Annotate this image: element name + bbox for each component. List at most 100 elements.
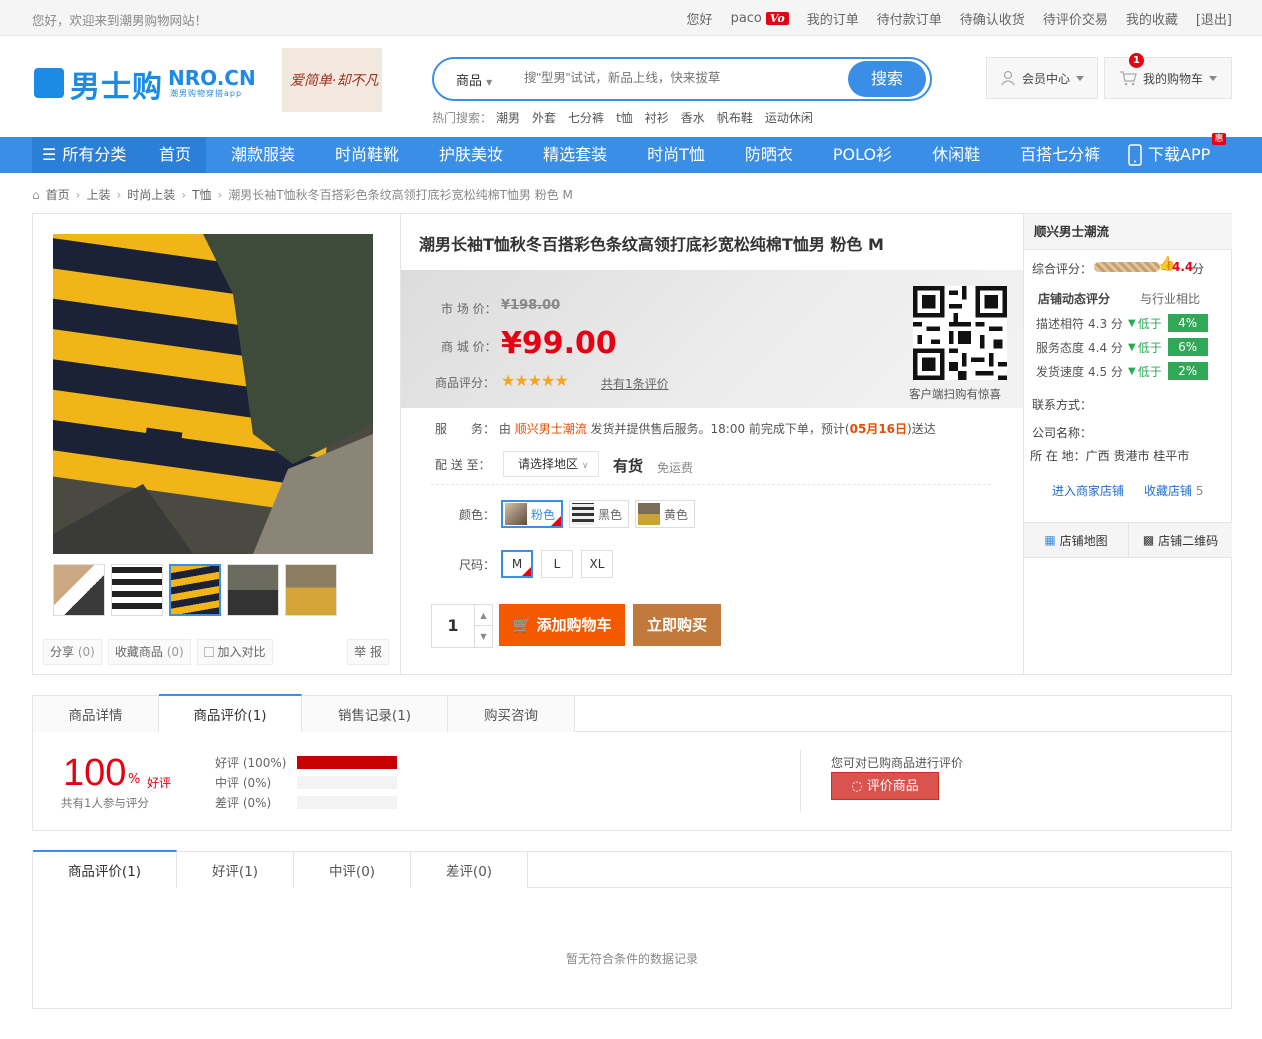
collect-shop-link[interactable]: 收藏店铺 5 [1144, 482, 1203, 499]
hot-search-item[interactable]: 帆布鞋 [717, 109, 753, 126]
unpaid-orders-link[interactable]: 待付款订单 [877, 9, 942, 28]
nav-item[interactable]: 护肤美妆 [424, 137, 518, 173]
all-categories-button[interactable]: ☰ 所有分类 [32, 137, 144, 173]
breadcrumb-item[interactable]: T恤 [192, 186, 211, 203]
breadcrumb-item[interactable]: 首页 [46, 186, 70, 203]
tab-sales-records[interactable]: 销售记录(1) [302, 696, 448, 732]
write-review-label: 评价商品 [866, 779, 919, 794]
shop-map-label: 店铺地图 [1059, 533, 1108, 548]
nav-item[interactable]: 休闲鞋 [917, 137, 995, 173]
product-main-image[interactable] [53, 234, 373, 554]
compare-checkbox[interactable]: 加入对比 [196, 639, 273, 665]
favorite-button[interactable]: 收藏商品 (0) [107, 639, 191, 665]
detail-panel: 商品详情 商品评价(1) 销售记录(1) 购买咨询 100 % 好评 共有1人参… [32, 694, 1232, 831]
size-option-xl[interactable]: XL [581, 550, 613, 578]
ship-to-label: 配 送 至： [435, 458, 491, 472]
participants-text: 共有1人参与评分 [61, 796, 149, 810]
username[interactable]: paco [731, 11, 762, 26]
tab-good-reviews[interactable]: 好评(1) [177, 852, 294, 888]
color-option-black[interactable]: 黑色 [569, 500, 630, 528]
thumbnail[interactable] [227, 564, 279, 616]
quantity-input[interactable]: 1 [432, 605, 474, 647]
logout-link[interactable]: [退出] [1196, 9, 1232, 28]
percent-sign: % [128, 772, 141, 787]
shop-panel: 顺兴男士潮流 综合评分： 👍 4.4 分 店铺动态评分 与行业相比 描述相符 4… [1023, 214, 1232, 674]
search-input[interactable] [524, 71, 844, 85]
nav-item[interactable]: 时尚T恤 [632, 137, 720, 173]
size-label: 尺码： [459, 558, 496, 572]
tab-neutral-reviews[interactable]: 中评(0) [294, 852, 411, 888]
compare-percent: 4% [1167, 314, 1208, 332]
rating-bar [297, 796, 397, 809]
shop-score-label: 综合评分： [1032, 262, 1093, 276]
nav-item[interactable]: 防晒衣 [730, 137, 808, 173]
pending-review-link[interactable]: 待评价交易 [1043, 9, 1108, 28]
site-logo[interactable]: 男士购 NRO.CN 潮男购物穿搭app [34, 62, 256, 105]
tab-all-reviews[interactable]: 商品评价(1) [33, 850, 177, 888]
rating-row: 中评 (0%) [215, 774, 397, 791]
color-option-yellow[interactable]: 黄色 [635, 500, 696, 528]
member-center-button[interactable]: 会员中心 [986, 57, 1098, 99]
cart-button[interactable]: 1 我的购物车 [1104, 53, 1232, 99]
nav-item-home[interactable]: 首页 [144, 137, 207, 173]
top-bar: 您好，欢迎来到潮男购物网站！ 您好 paco Vo 我的订单 待付款订单 待确认收… [0, 0, 1262, 36]
nav-item[interactable]: POLO衫 [818, 137, 907, 173]
username-link[interactable]: paco Vo [731, 11, 789, 26]
hot-search-item[interactable]: 衬衫 [645, 109, 669, 126]
cart-count-badge: 1 [1129, 53, 1144, 68]
shop-map-button[interactable]: ▦ 店铺地图 [1024, 523, 1128, 557]
thumbnail[interactable] [111, 564, 163, 616]
greeting-link[interactable]: 您好 [687, 9, 713, 28]
tab-product-reviews[interactable]: 商品评价(1) [159, 694, 302, 732]
thumbnail[interactable] [53, 564, 105, 616]
promo-banner[interactable]: 爱简单·却不凡 [282, 48, 382, 112]
hot-search-item[interactable]: 运动休闲 [765, 109, 813, 126]
tab-purchase-inquiry[interactable]: 购买咨询 [448, 696, 575, 732]
review-count-link[interactable]: 共有1条评价 [601, 375, 669, 392]
nav-item[interactable]: 潮款服装 [216, 137, 310, 173]
nav-item[interactable]: 时尚鞋靴 [320, 137, 414, 173]
breadcrumb-item[interactable]: 时尚上装 [127, 186, 175, 203]
thumbnail[interactable] [285, 564, 337, 616]
shop-qrcode-button[interactable]: ▩ 店铺二维码 [1128, 523, 1232, 557]
enter-shop-link[interactable]: 进入商家店铺 [1052, 482, 1124, 499]
quantity-decrease-button[interactable]: ▼ [474, 626, 492, 647]
service-shop-link[interactable]: 顺兴男士潮流 [515, 422, 587, 436]
quantity-stepper: 1 ▲ ▼ [431, 604, 493, 648]
buy-now-button[interactable]: 立即购买 [633, 604, 721, 646]
thumbnail-active[interactable] [169, 564, 221, 616]
confirm-receipt-link[interactable]: 待确认收货 [960, 9, 1025, 28]
hot-search-item[interactable]: 香水 [681, 109, 705, 126]
color-option-pink[interactable]: 粉色 [501, 500, 564, 528]
breadcrumb-item[interactable]: 上装 [86, 186, 110, 203]
hot-search-item[interactable]: 七分裤 [568, 109, 604, 126]
hot-search-item[interactable]: 潮男 [496, 109, 520, 126]
download-app-link[interactable]: 下载APP [1128, 137, 1210, 173]
favorite-count: (0) [166, 645, 184, 659]
shop-name[interactable]: 顺兴男士潮流 [1024, 214, 1232, 250]
search-button[interactable]: 搜索 [848, 61, 926, 97]
quantity-increase-button[interactable]: ▲ [474, 605, 492, 626]
write-review-button[interactable]: ◌ 评价商品 [831, 772, 939, 800]
size-options: M L XL [501, 550, 613, 578]
share-button[interactable]: 分享 (0) [43, 639, 102, 665]
member-center-label: 会员中心 [1021, 71, 1070, 86]
region-select[interactable]: 请选择地区 ∨ [503, 451, 599, 477]
my-favorites-link[interactable]: 我的收藏 [1126, 9, 1178, 28]
add-to-cart-button[interactable]: 🛒 添加购物车 [499, 604, 625, 646]
hot-search-item[interactable]: t恤 [616, 109, 633, 126]
search-category-select[interactable]: 商品 ▼ [456, 70, 492, 89]
size-option-m[interactable]: M [501, 550, 533, 578]
color-swatch [638, 503, 661, 525]
tab-bad-reviews[interactable]: 差评(0) [411, 852, 528, 888]
nav-item[interactable]: 精选套装 [528, 137, 622, 173]
hot-search-item[interactable]: 外套 [532, 109, 556, 126]
nav-item[interactable]: 百搭七分裤 [1005, 137, 1115, 173]
vip-badge: Vo [765, 12, 789, 25]
checkbox-icon [203, 647, 214, 657]
size-option-l[interactable]: L [541, 550, 573, 578]
report-button[interactable]: 举 报 [347, 639, 389, 665]
tab-product-details[interactable]: 商品详情 [33, 696, 159, 732]
cart-label: 我的购物车 [1142, 71, 1203, 86]
my-orders-link[interactable]: 我的订单 [807, 9, 859, 28]
